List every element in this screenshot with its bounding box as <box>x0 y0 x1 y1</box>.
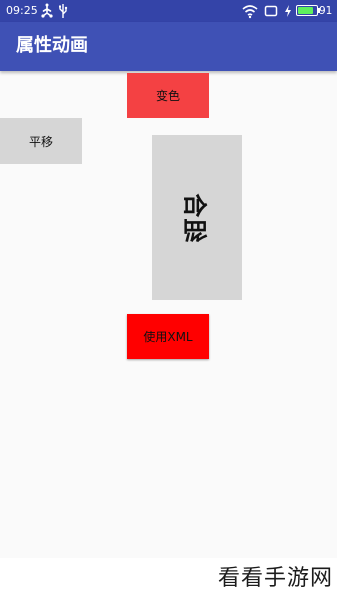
translate-button[interactable]: 平移 <box>0 118 82 164</box>
cast-icon <box>264 5 278 17</box>
battery-percent: 91 <box>319 5 333 17</box>
battery-icon <box>296 5 318 16</box>
combine-button-label: 组合 <box>180 192 209 243</box>
watermark: 看看手游网 <box>217 566 333 591</box>
app-bar: 属性动画 <box>0 22 337 71</box>
page-title: 属性动画 <box>16 35 88 56</box>
status-bar: 09:25 91 <box>0 0 337 22</box>
charging-icon <box>285 5 291 17</box>
usb-icon <box>41 3 53 18</box>
color-change-button[interactable]: 变色 <box>127 73 209 118</box>
combine-button[interactable]: 组合 <box>152 135 242 300</box>
status-time: 09:25 <box>6 4 38 17</box>
use-xml-button[interactable]: 使用XML <box>127 314 209 359</box>
usb-debug-icon <box>59 4 68 18</box>
battery-level-fill <box>298 7 314 14</box>
wifi-icon <box>242 5 258 19</box>
